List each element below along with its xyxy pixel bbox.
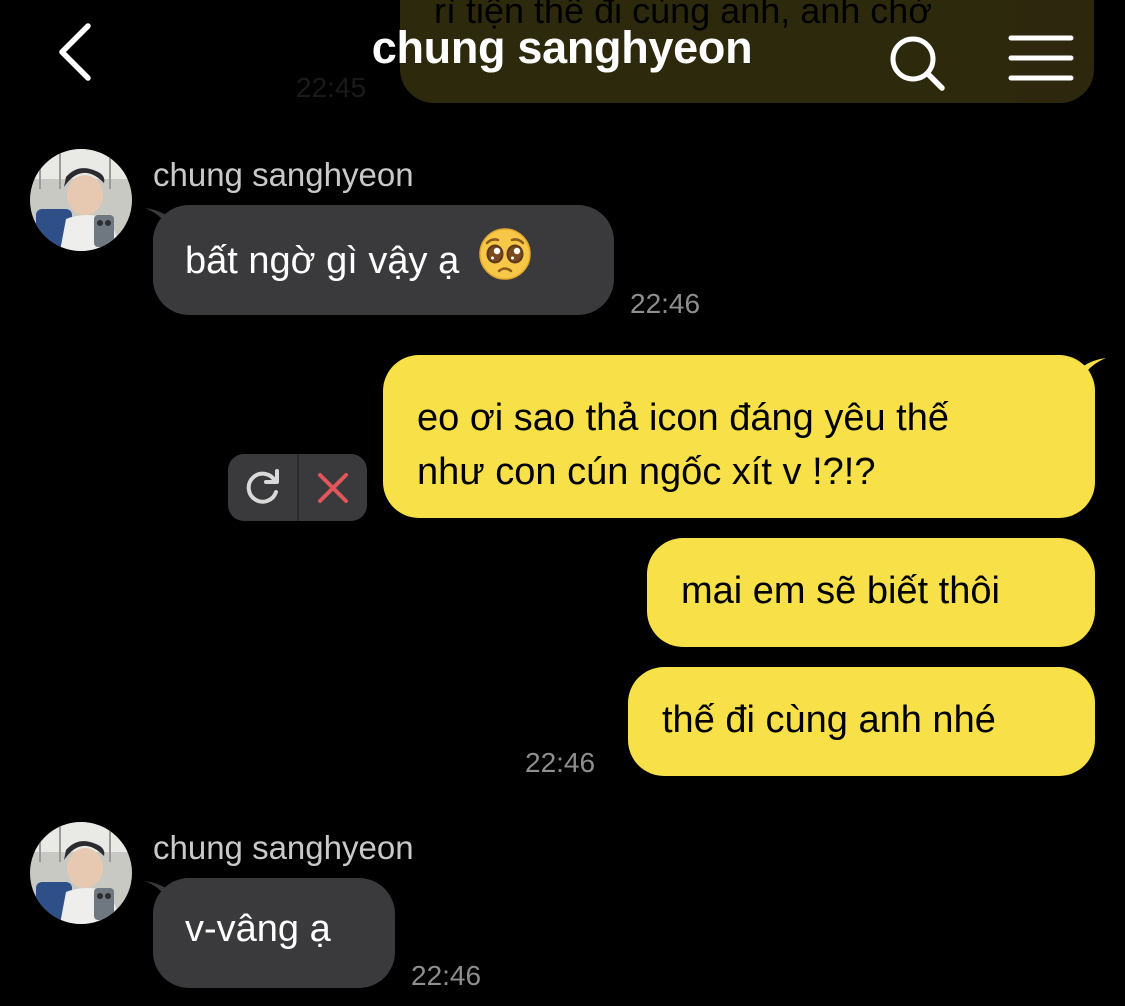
message-text-line-1: eo ơi sao thả icon đáng yêu thế	[417, 397, 949, 439]
chevron-left-icon	[59, 23, 91, 81]
message-text: bất ngờ gì vậy ạ	[185, 240, 460, 283]
search-icon	[890, 36, 945, 91]
avatar[interactable]	[30, 822, 132, 924]
chat-header: chung sanghyeon	[0, 0, 1125, 108]
outgoing-message-bubble[interactable]: eo ơi sao thả icon đáng yêu thế như con …	[383, 355, 1095, 518]
outgoing-message-bubble[interactable]: thế đi cùng anh nhé	[628, 667, 1095, 776]
message-text: mai em sẽ biết thôi	[681, 570, 1000, 612]
avatar-photo	[30, 149, 132, 251]
message-time: 22:46	[411, 960, 482, 991]
failed-message-controls	[228, 454, 367, 521]
back-button[interactable]	[48, 16, 108, 86]
sender-name: chung sanghyeon	[153, 829, 414, 866]
bubble-tail	[1078, 358, 1106, 386]
message-time: 22:46	[630, 288, 701, 319]
close-icon	[318, 473, 348, 503]
menu-button[interactable]	[1005, 32, 1077, 88]
message-text: v-vâng ạ	[185, 908, 331, 950]
sender-name: chung sanghyeon	[153, 156, 414, 193]
incoming-message-bubble[interactable]: v-vâng ạ	[153, 878, 395, 988]
incoming-message-bubble[interactable]: bất ngờ gì vậy ạ	[153, 205, 614, 315]
avatar[interactable]	[30, 149, 132, 251]
message-text: thế đi cùng anh nhé	[662, 699, 996, 741]
avatar-photo	[30, 822, 132, 924]
message-text-line-2: như con cún ngốc xít v !?!?	[417, 451, 876, 493]
outgoing-message-bubble[interactable]: mai em sẽ biết thôi	[647, 538, 1095, 647]
page-title: chung sanghyeon	[371, 22, 753, 73]
refresh-icon	[246, 469, 279, 504]
hamburger-menu-icon	[1008, 35, 1074, 81]
message-time: 22:46	[525, 747, 596, 778]
search-button[interactable]	[884, 30, 950, 96]
pleading-face-icon	[478, 227, 532, 291]
cancel-button[interactable]	[299, 454, 367, 521]
retry-button[interactable]	[228, 454, 297, 521]
